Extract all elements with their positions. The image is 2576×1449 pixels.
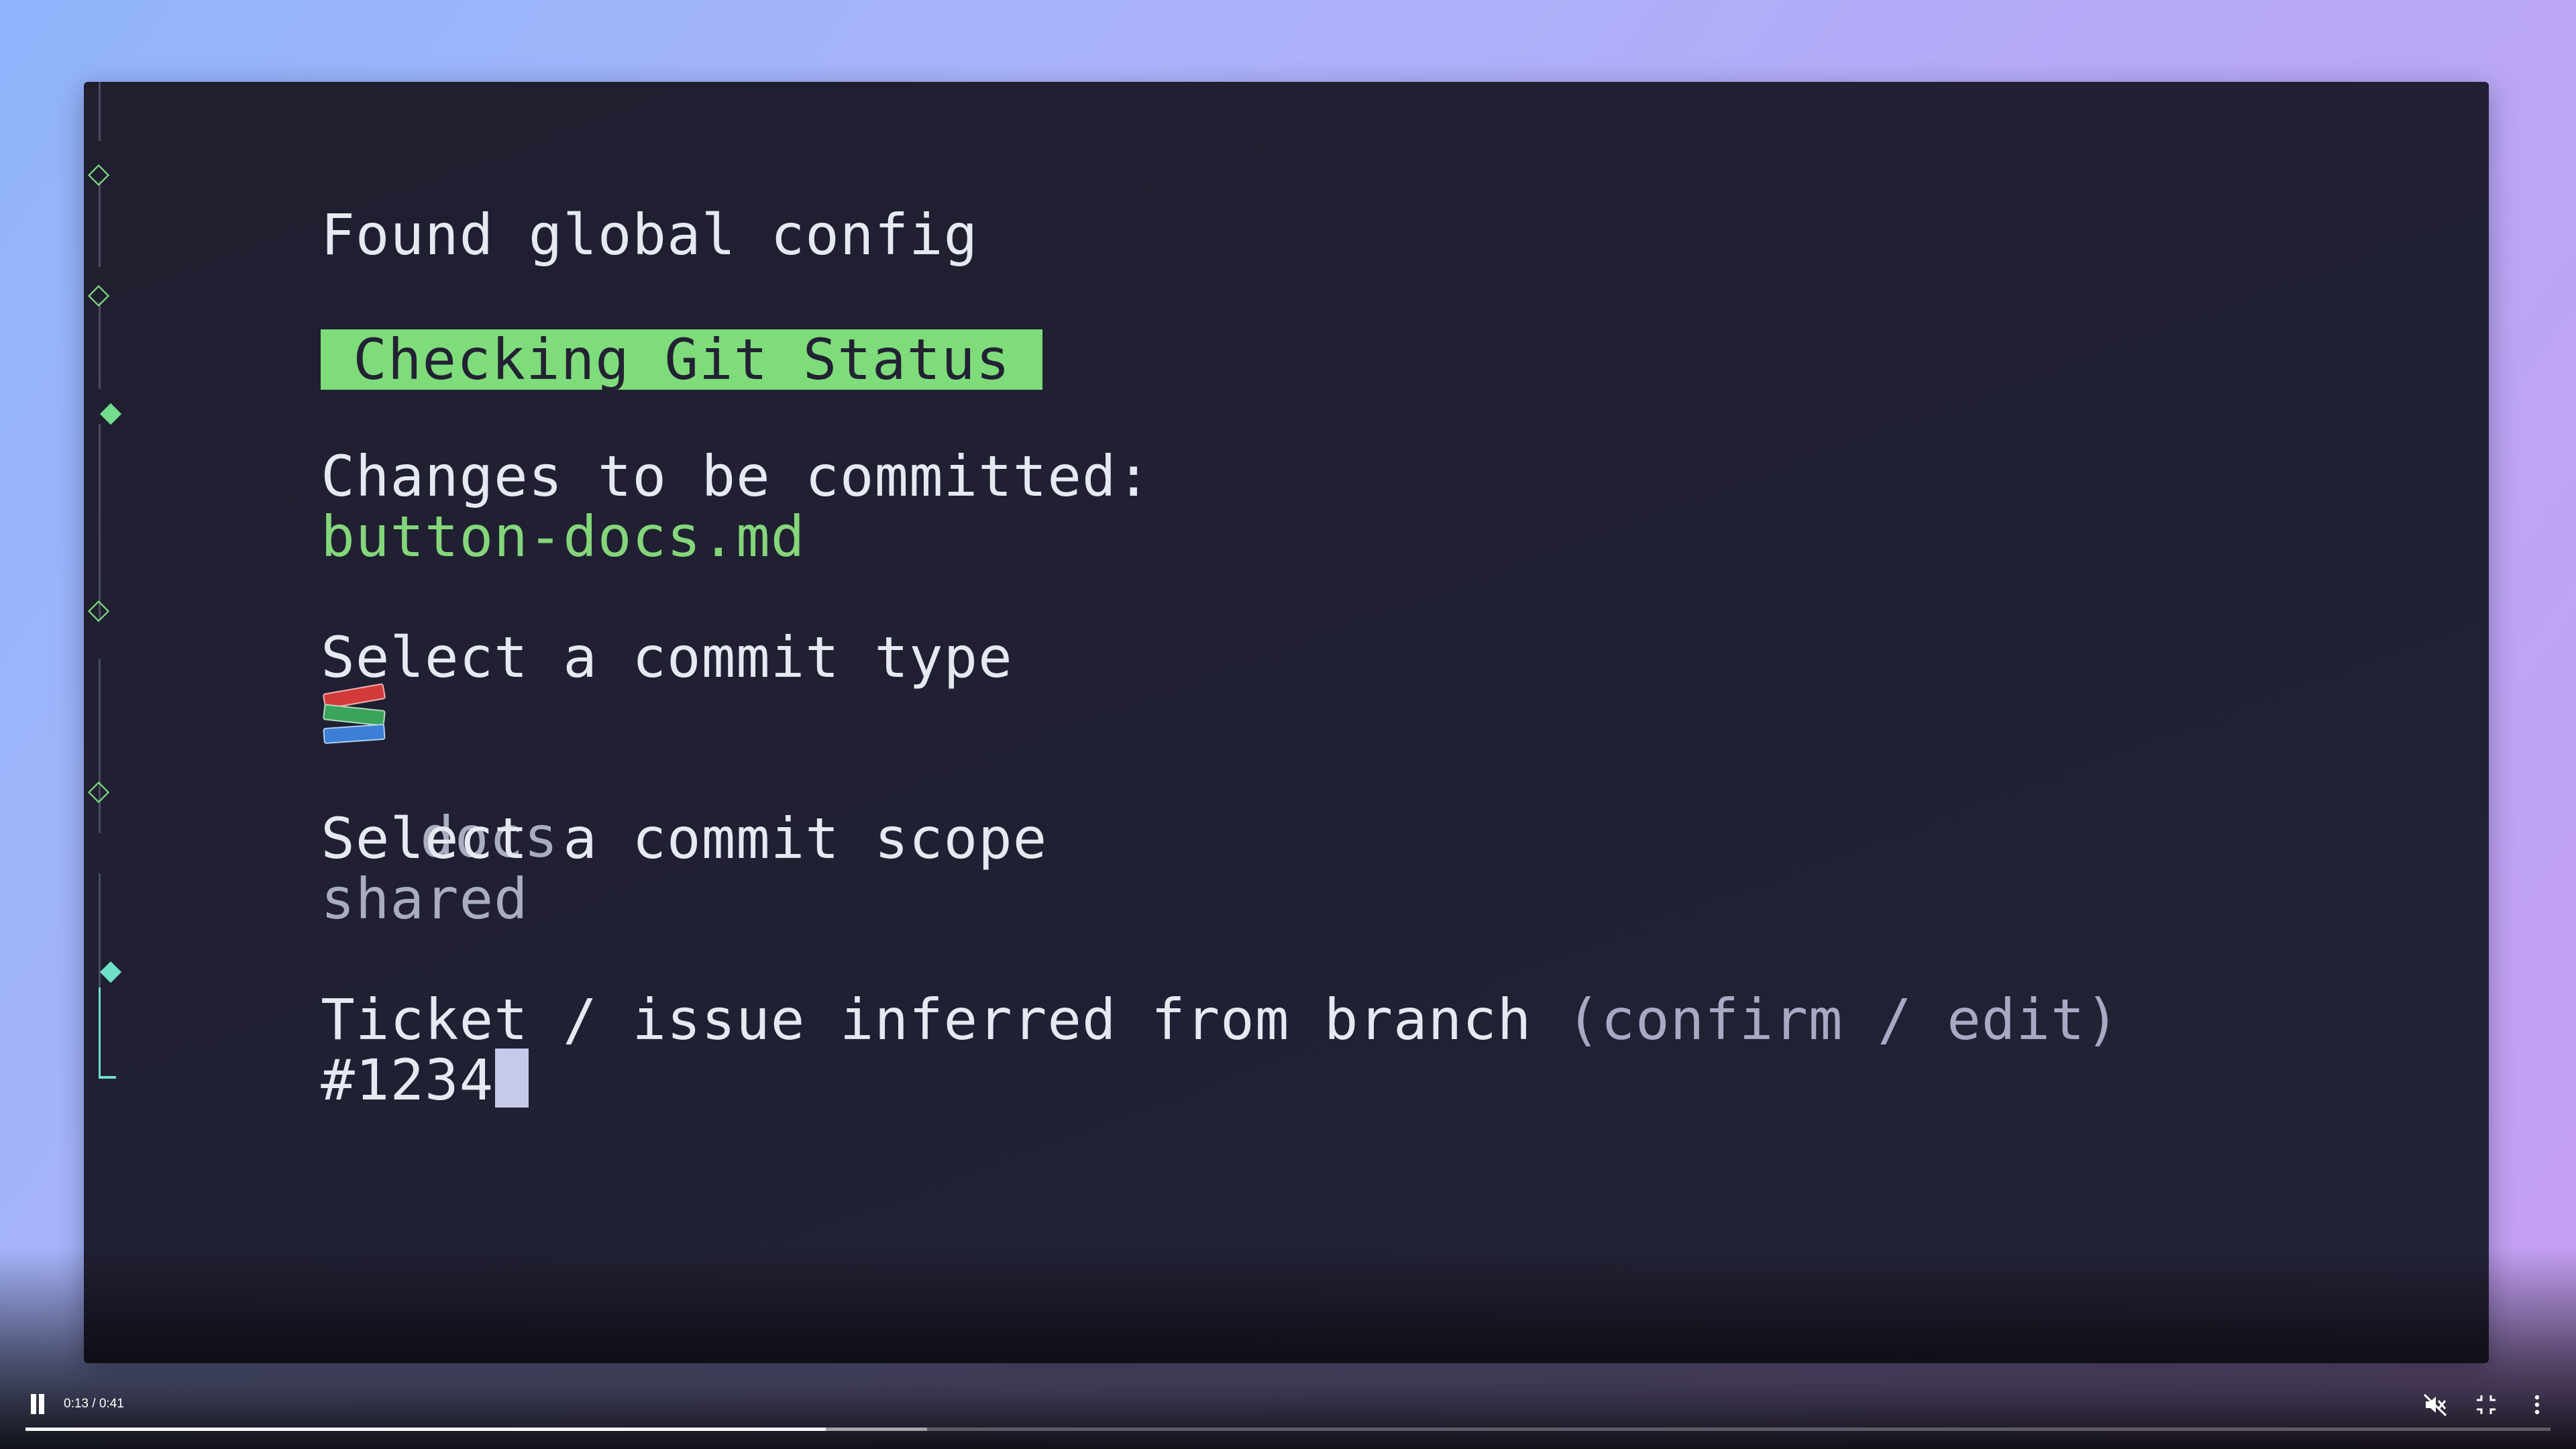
step-hollow-diamond-icon: ◇ bbox=[87, 592, 110, 625]
pause-icon[interactable] bbox=[28, 1394, 47, 1414]
rail-segment-active bbox=[99, 987, 101, 1077]
ticket-input[interactable]: #1234 bbox=[321, 1047, 494, 1113]
progress-bar[interactable] bbox=[25, 1428, 2551, 1431]
rail-segment bbox=[99, 424, 101, 619]
books-icon bbox=[321, 683, 388, 746]
rail-end bbox=[99, 1076, 116, 1079]
ticket-hint: (confirm / edit) bbox=[1566, 987, 2121, 1053]
rail-segment bbox=[99, 302, 101, 389]
terminal-window: ◇ ◇ ◆ ◇ ◇ ◆ Found global config Checking… bbox=[84, 82, 2489, 1363]
volume-muted-icon[interactable] bbox=[2422, 1391, 2449, 1418]
ticket-input-line[interactable]: #1234 bbox=[182, 983, 529, 1177]
rail-segment bbox=[99, 659, 101, 833]
found-config-text: Found global config bbox=[321, 202, 979, 268]
step-active-diamond-icon: ◆ bbox=[99, 953, 122, 986]
rail-segment bbox=[99, 82, 101, 141]
rail-segment bbox=[99, 181, 101, 267]
step-hollow-diamond-icon: ◇ bbox=[87, 156, 110, 189]
exit-fullscreen-icon[interactable] bbox=[2473, 1391, 2500, 1418]
step-hollow-diamond-icon: ◇ bbox=[87, 773, 110, 806]
commit-scope-value: shared bbox=[321, 866, 529, 932]
playback-time: 0:13 / 0:41 bbox=[64, 1397, 124, 1411]
more-options-icon[interactable] bbox=[2524, 1391, 2551, 1418]
step-hollow-diamond-icon: ◇ bbox=[87, 277, 110, 310]
step-solid-diamond-icon: ◆ bbox=[99, 395, 122, 428]
changed-file: button-docs.md bbox=[321, 504, 806, 570]
progress-played bbox=[25, 1428, 826, 1431]
text-cursor bbox=[495, 1049, 529, 1108]
